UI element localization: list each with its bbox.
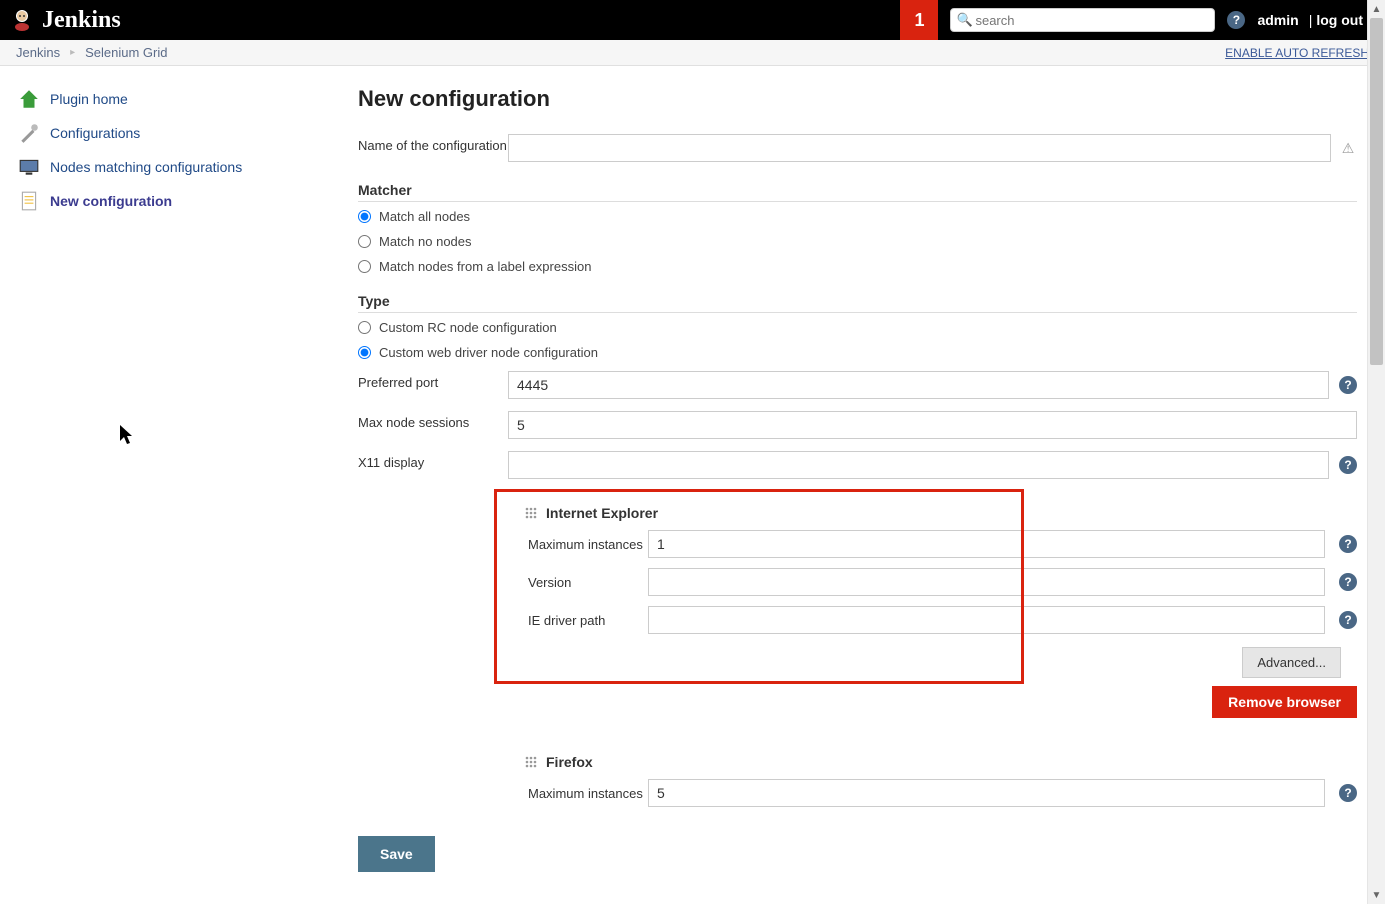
help-icon[interactable]: ? (1339, 573, 1357, 591)
header-links: admin | log out (1257, 12, 1385, 28)
radio-rc-config[interactable]: Custom RC node configuration (358, 315, 1357, 340)
advanced-button[interactable]: Advanced... (1242, 647, 1341, 678)
browser-name: Internet Explorer (546, 505, 658, 521)
browser-firefox-header: Firefox (518, 748, 1357, 774)
port-input[interactable] (508, 371, 1329, 399)
radio-label: Match nodes from a label expression (379, 259, 591, 274)
radio-match-all[interactable]: Match all nodes (358, 204, 1357, 229)
help-icon[interactable]: ? (1339, 535, 1357, 553)
tools-icon (18, 122, 40, 144)
scroll-down-arrow[interactable]: ▼ (1368, 886, 1385, 904)
home-icon (18, 88, 40, 110)
browser-ie-block: Internet Explorer Maximum instances ? Ve… (518, 499, 1357, 718)
user-link[interactable]: admin (1257, 12, 1298, 28)
radio-webdriver-config[interactable]: Custom web driver node configuration (358, 340, 1357, 365)
main-content: New configuration Name of the configurat… (358, 66, 1385, 912)
ie-driver-input[interactable] (648, 606, 1325, 634)
sidebar-item-new-config[interactable]: New configuration (10, 184, 348, 218)
row-ie-driver: IE driver path ? (518, 601, 1357, 639)
remove-browser-button[interactable]: Remove browser (1212, 686, 1357, 718)
radio-label: Match all nodes (379, 209, 470, 224)
sidebar-item-plugin-home[interactable]: Plugin home (10, 82, 348, 116)
label-max-sessions: Max node sessions (358, 411, 508, 430)
page-title: New configuration (358, 86, 1357, 112)
crumb-page[interactable]: Selenium Grid (85, 45, 167, 60)
firefox-max-instances-input[interactable] (648, 779, 1325, 807)
radio-label: Custom web driver node configuration (379, 345, 598, 360)
logout-link[interactable]: log out (1316, 12, 1363, 28)
notification-count[interactable]: 1 (900, 0, 938, 40)
browser-name: Firefox (546, 754, 593, 770)
radio-label: Match no nodes (379, 234, 472, 249)
scroll-up-arrow[interactable]: ▲ (1368, 0, 1385, 18)
label-ie-driver: IE driver path (528, 613, 648, 628)
label-port: Preferred port (358, 371, 508, 390)
section-matcher: Matcher (358, 182, 1357, 202)
sidebar-item-nodes[interactable]: Nodes matching configurations (10, 150, 348, 184)
x11-input[interactable] (508, 451, 1329, 479)
sidebar: Plugin home Configurations Nodes matchin… (0, 66, 358, 912)
help-icon[interactable]: ? (1339, 611, 1357, 629)
help-icon[interactable]: ? (1339, 784, 1357, 802)
help-icon[interactable]: ? (1339, 456, 1357, 474)
row-ie-version: Version ? (518, 563, 1357, 601)
browser-firefox-block: Firefox Maximum instances ? (518, 748, 1357, 812)
radio-match-label[interactable]: Match nodes from a label expression (358, 254, 1357, 279)
sidebar-item-label: Configurations (50, 125, 140, 141)
label-ie-max: Maximum instances (528, 537, 648, 552)
radio-webdriver-input[interactable] (358, 346, 371, 359)
radio-match-none[interactable]: Match no nodes (358, 229, 1357, 254)
section-type: Type (358, 293, 1357, 313)
drag-handle-icon[interactable] (524, 506, 538, 520)
label-x11: X11 display (358, 451, 508, 470)
vertical-scrollbar[interactable]: ▲ ▼ (1367, 0, 1385, 904)
help-icon[interactable]: ? (1339, 376, 1357, 394)
search-icon: 🔍 (956, 12, 972, 28)
jenkins-logo[interactable]: Jenkins (0, 7, 131, 34)
sidebar-item-configurations[interactable]: Configurations (10, 116, 348, 150)
sidebar-item-label: Plugin home (50, 91, 128, 107)
breadcrumb-bar: Jenkins ▸ Selenium Grid ENABLE AUTO REFR… (0, 40, 1385, 66)
radio-rc-input[interactable] (358, 321, 371, 334)
document-icon (18, 190, 40, 212)
row-name: Name of the configuration ⚠ (358, 128, 1357, 168)
warning-icon: ⚠ (1339, 139, 1357, 157)
save-button[interactable]: Save (358, 836, 435, 872)
row-firefox-max-instances: Maximum instances ? (518, 774, 1357, 812)
label-name: Name of the configuration (358, 134, 508, 153)
label-firefox-max: Maximum instances (528, 786, 648, 801)
monitor-icon (18, 156, 40, 178)
separator: | (1309, 12, 1313, 28)
radio-label: Custom RC node configuration (379, 320, 557, 335)
crumb-root[interactable]: Jenkins (16, 45, 60, 60)
brand-text: Jenkins (42, 7, 121, 34)
label-ie-version: Version (528, 575, 648, 590)
ie-version-input[interactable] (648, 568, 1325, 596)
header-help-icon[interactable]: ? (1227, 11, 1245, 29)
radio-match-all-input[interactable] (358, 210, 371, 223)
config-name-input[interactable] (508, 134, 1331, 162)
sidebar-item-label: New configuration (50, 193, 172, 209)
row-port: Preferred port ? (358, 365, 1357, 405)
ie-max-instances-input[interactable] (648, 530, 1325, 558)
scroll-track[interactable] (1368, 18, 1385, 886)
drag-handle-icon[interactable] (524, 755, 538, 769)
scroll-thumb[interactable] (1370, 18, 1383, 365)
jenkins-icon (10, 8, 34, 32)
row-x11: X11 display ? (358, 445, 1357, 485)
row-max-sessions: Max node sessions (358, 405, 1357, 445)
auto-refresh-link[interactable]: ENABLE AUTO REFRESH (1225, 46, 1369, 60)
radio-match-label-input[interactable] (358, 260, 371, 273)
row-ie-max-instances: Maximum instances ? (518, 525, 1357, 563)
search-wrap: 🔍 (938, 8, 1227, 32)
browser-ie-header: Internet Explorer (518, 499, 1357, 525)
top-header: Jenkins 1 🔍 ? admin | log out (0, 0, 1385, 40)
search-input[interactable] (950, 8, 1215, 32)
radio-match-none-input[interactable] (358, 235, 371, 248)
max-sessions-input[interactable] (508, 411, 1357, 439)
chevron-icon: ▸ (70, 47, 75, 58)
sidebar-item-label: Nodes matching configurations (50, 159, 242, 175)
